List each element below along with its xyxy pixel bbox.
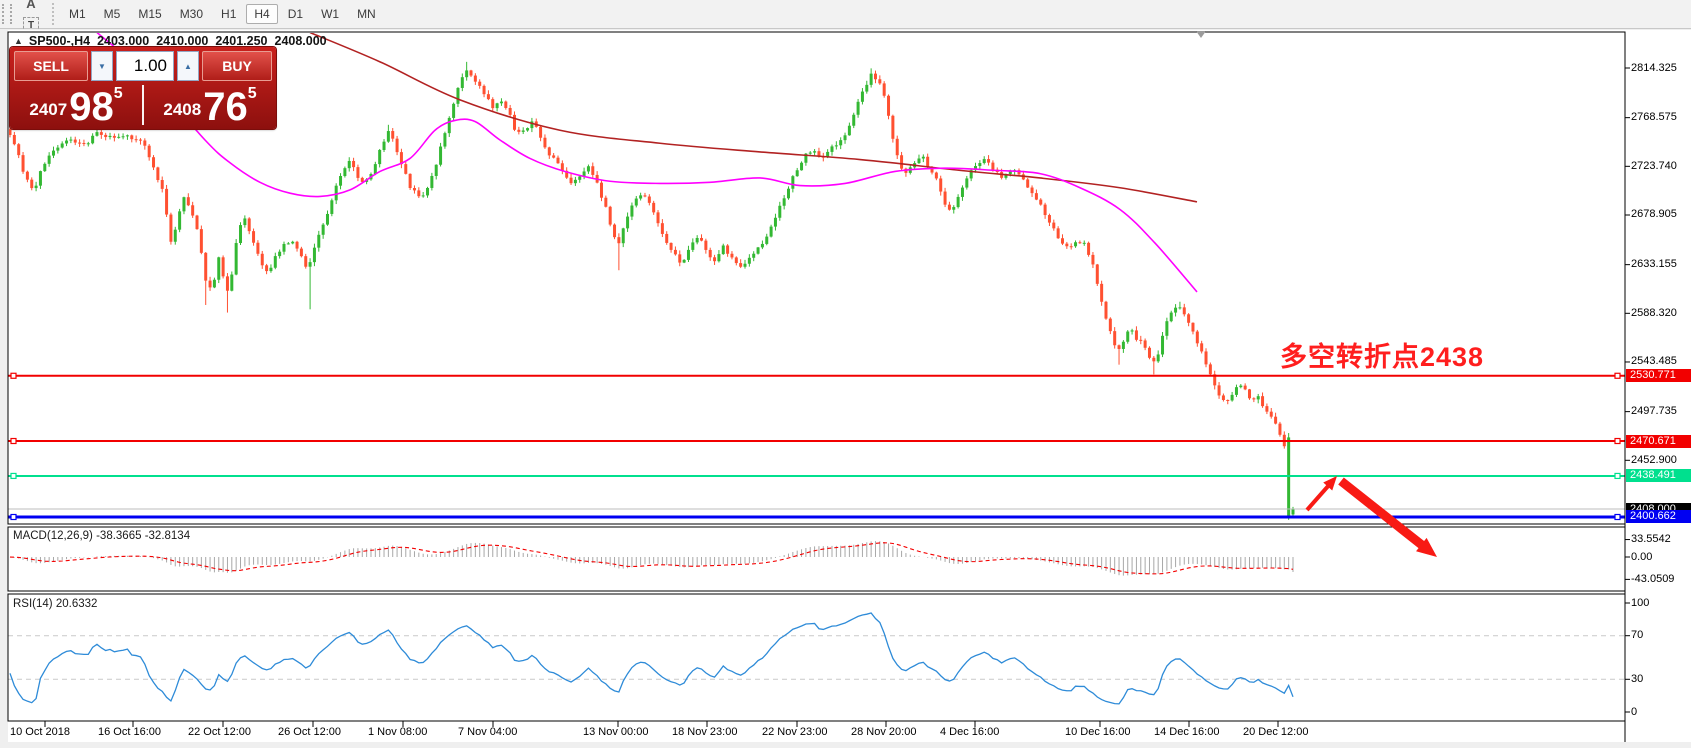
sell-button[interactable]: SELL	[14, 51, 88, 81]
mt4-window: FAT❖▾ M1M5M15M30H1H4D1W1MN ▲ SP500-,H4 2…	[0, 0, 1691, 748]
buy-button[interactable]: BUY	[202, 51, 272, 81]
time-tick-label: 22 Oct 12:00	[188, 726, 251, 738]
time-tick-label: 20 Dec 12:00	[1243, 726, 1308, 738]
price-tick-label: 2497.735	[1631, 405, 1677, 417]
price-tick-label: 2543.485	[1631, 355, 1677, 367]
price-tick-label: 2814.325	[1631, 62, 1677, 74]
sell-price[interactable]: 2407 98 5	[10, 83, 142, 127]
macd-tick-label: 33.5542	[1631, 533, 1671, 545]
buy-price[interactable]: 2408 76 5	[144, 83, 276, 127]
time-tick-label: 14 Dec 16:00	[1154, 726, 1219, 738]
price-tick-label: 2678.905	[1631, 208, 1677, 220]
symbol-timeframe-label: SP500-,H4	[29, 34, 90, 48]
time-tick-label: 10 Dec 16:00	[1065, 726, 1130, 738]
time-tick-label: 28 Nov 20:00	[851, 726, 916, 738]
price-badge-2470.671: 2470.671	[1626, 435, 1691, 448]
buy-price-fraction: 5	[248, 85, 257, 103]
time-tick-label: 16 Oct 16:00	[98, 726, 161, 738]
time-tick-label: 18 Nov 23:00	[672, 726, 737, 738]
rsi-tick-label: 30	[1631, 673, 1643, 685]
time-tick-label: 10 Oct 2018	[10, 726, 70, 738]
ohlc-open: 2403.000	[97, 34, 149, 48]
rsi-tick-label: 70	[1631, 629, 1643, 641]
time-tick-label: 1 Nov 08:00	[368, 726, 427, 738]
volume-decrease-button[interactable]: ▼	[91, 51, 113, 81]
time-tick-label: 7 Nov 04:00	[458, 726, 517, 738]
ohlc-close: 2408.000	[275, 34, 327, 48]
volume-input[interactable]	[116, 51, 174, 81]
rsi-value: 20.6332	[56, 598, 98, 610]
chart-title: ▲ SP500-,H4 2403.000 2410.000 2401.250 2…	[14, 33, 327, 48]
rsi-tick-label: 100	[1631, 597, 1649, 609]
sell-price-fraction: 5	[114, 85, 123, 103]
macd-label: MACD(12,26,9) -38.3665 -32.8134	[13, 530, 190, 542]
time-tick-label: 26 Oct 12:00	[278, 726, 341, 738]
rsi-tick-label: 0	[1631, 706, 1637, 718]
time-tick-label: 13 Nov 00:00	[583, 726, 648, 738]
macd-tick-label: 0.00	[1631, 551, 1652, 563]
one-click-trade-panel: SELL ▼ ▲ BUY 2407 98 5 2408 76 5	[10, 47, 276, 129]
price-tick-label: 2723.740	[1631, 160, 1677, 172]
price-tick-label: 2588.320	[1631, 307, 1677, 319]
price-badge-2530.771: 2530.771	[1626, 369, 1691, 382]
sell-price-integer: 2407	[29, 100, 67, 120]
macd-tick-label: -43.0509	[1631, 573, 1674, 585]
price-badge-2438.491: 2438.491	[1626, 469, 1691, 482]
price-tick-label: 2768.575	[1631, 111, 1677, 123]
macd-main-value: -38.3665	[96, 530, 141, 542]
trade-panel-controls: SELL ▼ ▲ BUY	[14, 51, 272, 81]
sell-price-pips: 98	[69, 90, 114, 124]
trade-panel-prices: 2407 98 5 2408 76 5	[10, 83, 276, 127]
time-tick-label: 22 Nov 23:00	[762, 726, 827, 738]
price-tick-label: 2452.900	[1631, 454, 1677, 466]
buy-price-integer: 2408	[163, 100, 201, 120]
price-badge-2400.662: 2400.662	[1626, 510, 1691, 523]
buy-price-pips: 76	[203, 90, 248, 124]
time-tick-label: 4 Dec 16:00	[940, 726, 999, 738]
volume-increase-button[interactable]: ▲	[177, 51, 199, 81]
macd-signal-value: -32.8134	[145, 530, 190, 542]
ohlc-high: 2410.000	[156, 34, 208, 48]
price-tick-label: 2633.155	[1631, 258, 1677, 270]
rsi-label: RSI(14) 20.6332	[13, 598, 97, 610]
ohlc-low: 2401.250	[215, 34, 267, 48]
one-click-panel-toggle-icon[interactable]: ▲	[14, 36, 23, 46]
annotation-text[interactable]: 多空转折点2438	[1280, 335, 1484, 374]
